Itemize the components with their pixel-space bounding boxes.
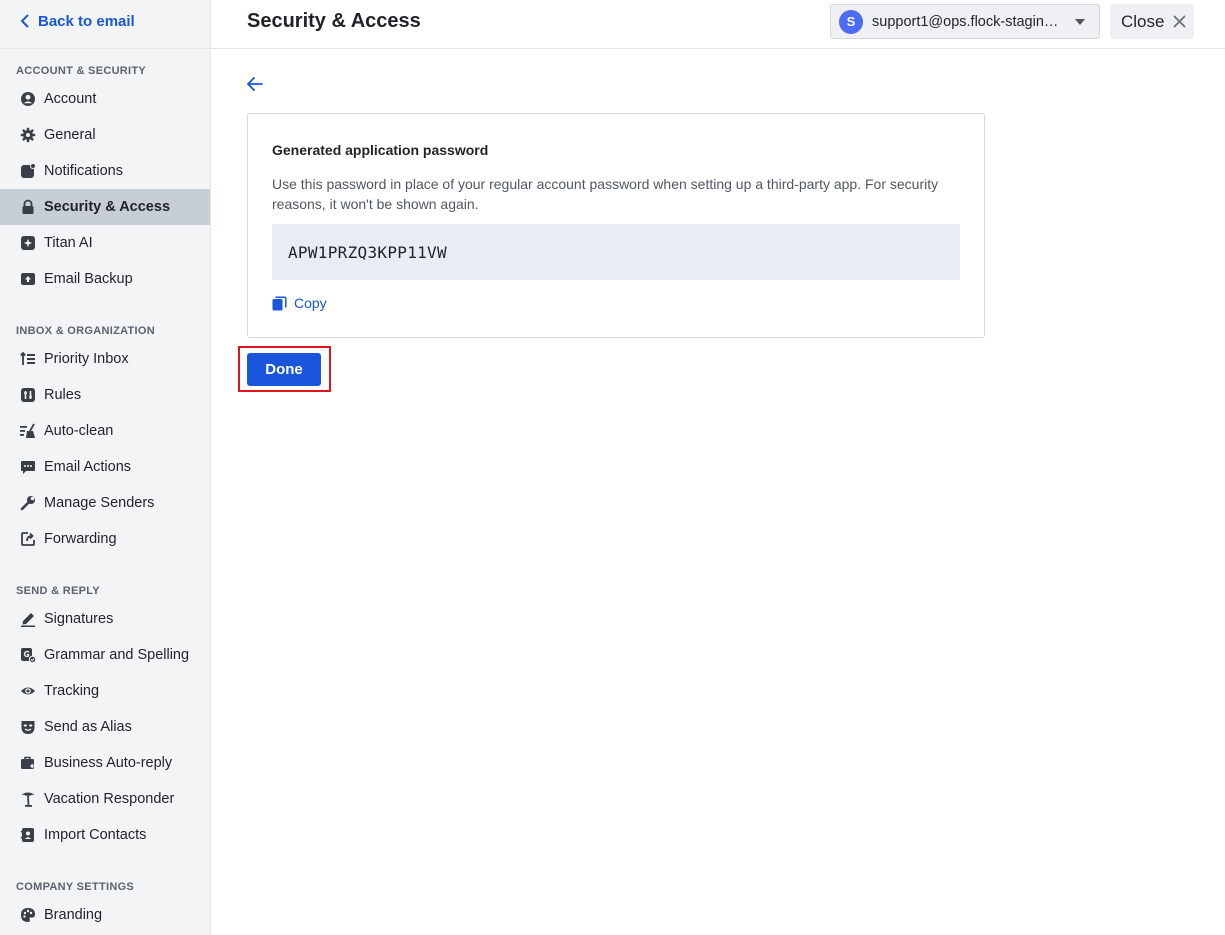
- sidebar-item-label: Manage Senders: [44, 495, 155, 511]
- sidebar-divider: [0, 48, 210, 49]
- sidebar-item-label: Email Backup: [44, 271, 133, 287]
- sidebar-item-tracking[interactable]: Tracking: [0, 673, 210, 709]
- sidebar-item-titan-ai[interactable]: Titan AI: [0, 225, 210, 261]
- grammar-check-icon: [19, 646, 37, 664]
- close-icon: [1174, 15, 1186, 28]
- sidebar-item-general[interactable]: General: [0, 117, 210, 153]
- close-label: Close: [1121, 11, 1165, 31]
- backup-icon: [19, 270, 37, 288]
- priority-list-icon: [19, 350, 37, 368]
- sidebar-item-branding[interactable]: Branding: [0, 897, 210, 933]
- forward-icon: [19, 530, 37, 548]
- sidebar-item-label: Account: [44, 91, 97, 107]
- account-selector[interactable]: S support1@ops.flock-staging...: [830, 4, 1100, 39]
- sidebar-item-business-auto-reply[interactable]: Business Auto-reply: [0, 745, 210, 781]
- chat-bubble-icon: [19, 458, 37, 476]
- sidebar-item-label: Tracking: [44, 683, 100, 699]
- lock-icon: [19, 198, 37, 216]
- sidebar-item-label: General: [44, 127, 96, 143]
- sidebar-item-label: Auto-clean: [44, 423, 114, 439]
- app-password-card: Generated application password Use this …: [247, 113, 985, 338]
- sidebar-item-label: Titan AI: [44, 235, 93, 251]
- back-to-email-label: Back to email: [38, 12, 135, 30]
- sidebar-item-rules[interactable]: Rules: [0, 377, 210, 413]
- sidebar-item-label: Rules: [44, 387, 82, 403]
- sidebar-item-vacation-responder[interactable]: Vacation Responder: [0, 781, 210, 817]
- mask-icon: [19, 718, 37, 736]
- sidebar-item-label: Signatures: [44, 611, 114, 627]
- copy-label: Copy: [294, 295, 327, 311]
- back-arrow-icon[interactable]: [245, 74, 265, 94]
- palm-tree-icon: [19, 790, 37, 808]
- sidebar-item-notifications[interactable]: Notifications: [0, 153, 210, 189]
- back-to-email-link[interactable]: Back to email: [20, 12, 135, 30]
- pen-icon: [19, 610, 37, 628]
- user-circle-icon: [19, 90, 37, 108]
- caret-down-icon: [1075, 19, 1085, 25]
- copy-button[interactable]: Copy: [272, 295, 327, 311]
- gear-icon: [19, 126, 37, 144]
- sidebar-item-email-actions[interactable]: Email Actions: [0, 449, 210, 485]
- broom-icon: [19, 422, 37, 440]
- section-header-account-security: ACCOUNT & SECURITY: [16, 65, 147, 77]
- copy-icon: [272, 295, 287, 310]
- palette-icon: [19, 906, 37, 924]
- sidebar-item-account[interactable]: Account: [0, 81, 210, 117]
- briefcase-reply-icon: [19, 754, 37, 772]
- password-display: APW1PRZQ3KPP11VW: [272, 224, 960, 280]
- avatar: S: [839, 9, 863, 34]
- sidebar-item-label: Priority Inbox: [44, 351, 129, 367]
- sidebar-item-label: Forwarding: [44, 531, 117, 547]
- sidebar-item-label: Branding: [44, 907, 103, 923]
- settings-sidebar: Back to email ACCOUNT & SECURITY Account…: [0, 0, 211, 935]
- done-button[interactable]: Done: [247, 353, 321, 386]
- sidebar-item-label: Grammar and Spelling: [44, 647, 190, 663]
- section-header-send-reply: SEND & REPLY: [16, 585, 100, 597]
- section-header-inbox-organization: INBOX & ORGANIZATION: [16, 325, 156, 337]
- sidebar-item-label: Notifications: [44, 163, 123, 179]
- sidebar-item-email-backup[interactable]: Email Backup: [0, 261, 210, 297]
- notification-icon: [19, 162, 37, 180]
- eye-icon: [19, 682, 37, 700]
- sidebar-item-forwarding[interactable]: Forwarding: [0, 521, 210, 557]
- close-button[interactable]: Close: [1110, 4, 1194, 39]
- page-header: Security & Access S support1@ops.flock-s…: [211, 0, 1225, 49]
- sidebar-item-import-contacts[interactable]: Import Contacts: [0, 817, 210, 853]
- wrench-icon: [19, 494, 37, 512]
- sidebar-item-label: Business Auto-reply: [44, 755, 173, 771]
- rules-icon: [19, 386, 37, 404]
- sidebar-item-signatures[interactable]: Signatures: [0, 601, 210, 637]
- sidebar-item-auto-clean[interactable]: Auto-clean: [0, 413, 210, 449]
- page-title: Security & Access: [247, 10, 421, 32]
- sparkle-icon: [19, 234, 37, 252]
- account-email: support1@ops.flock-staging...: [872, 13, 1062, 30]
- contact-card-icon: [19, 826, 37, 844]
- chevron-left-icon: [21, 14, 29, 28]
- sidebar-item-grammar-spelling[interactable]: Grammar and Spelling: [0, 637, 210, 673]
- sidebar-item-label: Email Actions: [44, 459, 132, 475]
- sidebar-item-priority-inbox[interactable]: Priority Inbox: [0, 341, 210, 377]
- sidebar-item-label: Vacation Responder: [44, 791, 175, 807]
- sidebar-item-manage-senders[interactable]: Manage Senders: [0, 485, 210, 521]
- sidebar-item-label: Security & Access: [44, 199, 171, 215]
- sidebar-item-label: Send as Alias: [44, 719, 132, 735]
- sidebar-item-label: Import Contacts: [44, 827, 147, 843]
- section-header-company-settings: COMPANY SETTINGS: [16, 881, 135, 893]
- password-value: APW1PRZQ3KPP11VW: [288, 242, 447, 262]
- card-title: Generated application password: [272, 142, 489, 158]
- sidebar-item-security-access[interactable]: Security & Access: [0, 189, 210, 225]
- sidebar-item-send-as-alias[interactable]: Send as Alias: [0, 709, 210, 745]
- card-description: Use this password in place of your regul…: [272, 176, 939, 212]
